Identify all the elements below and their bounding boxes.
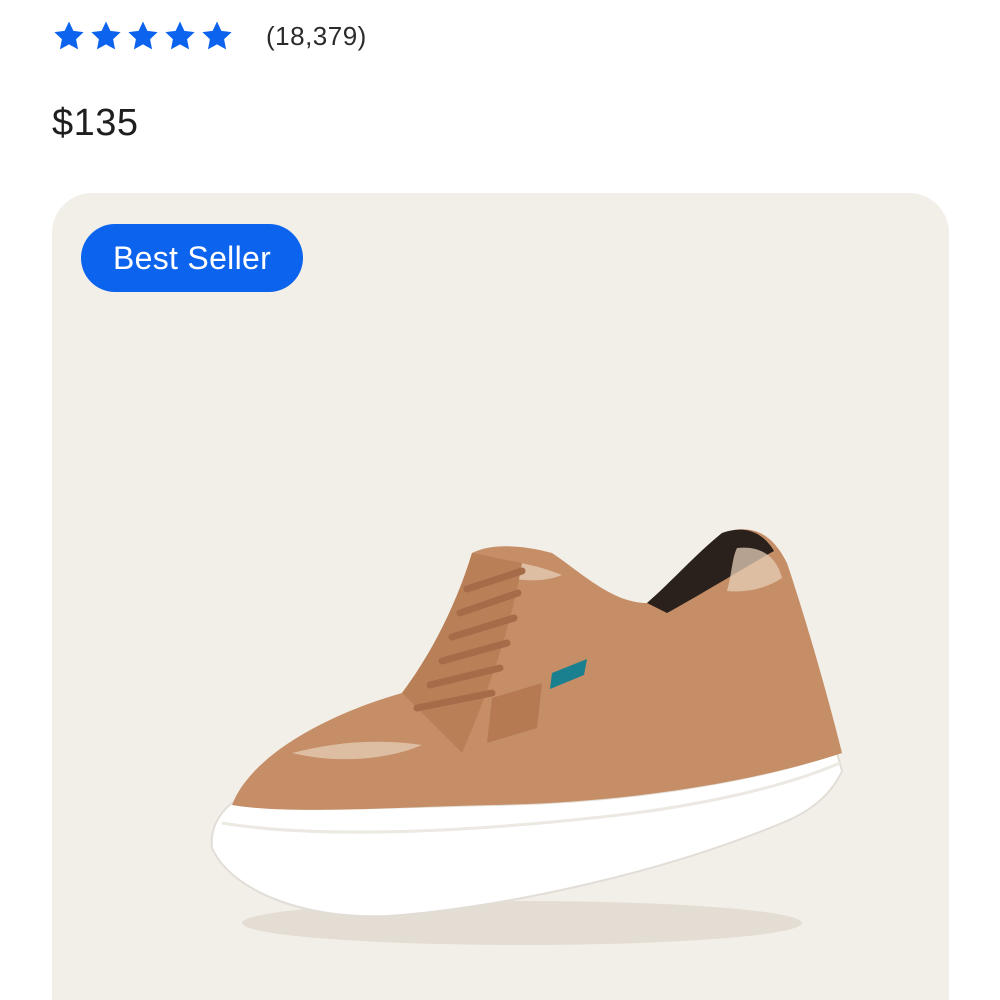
tan-knit-sneaker-image (210, 529, 844, 945)
star-icon (128, 21, 158, 50)
product-price: $135 (52, 102, 139, 144)
product-image-card[interactable]: Best Seller (52, 193, 949, 1000)
star-rating (52, 19, 234, 53)
star-icon (165, 21, 195, 50)
star-icon (91, 21, 121, 50)
rating-row[interactable]: (18,379) (52, 14, 367, 58)
best-seller-badge: Best Seller (81, 224, 304, 292)
star-icon (202, 21, 232, 50)
star-icon (54, 21, 84, 50)
product-page: (18,379) $135 Best Seller (0, 0, 1000, 1000)
review-count[interactable]: (18,379) (266, 21, 367, 52)
